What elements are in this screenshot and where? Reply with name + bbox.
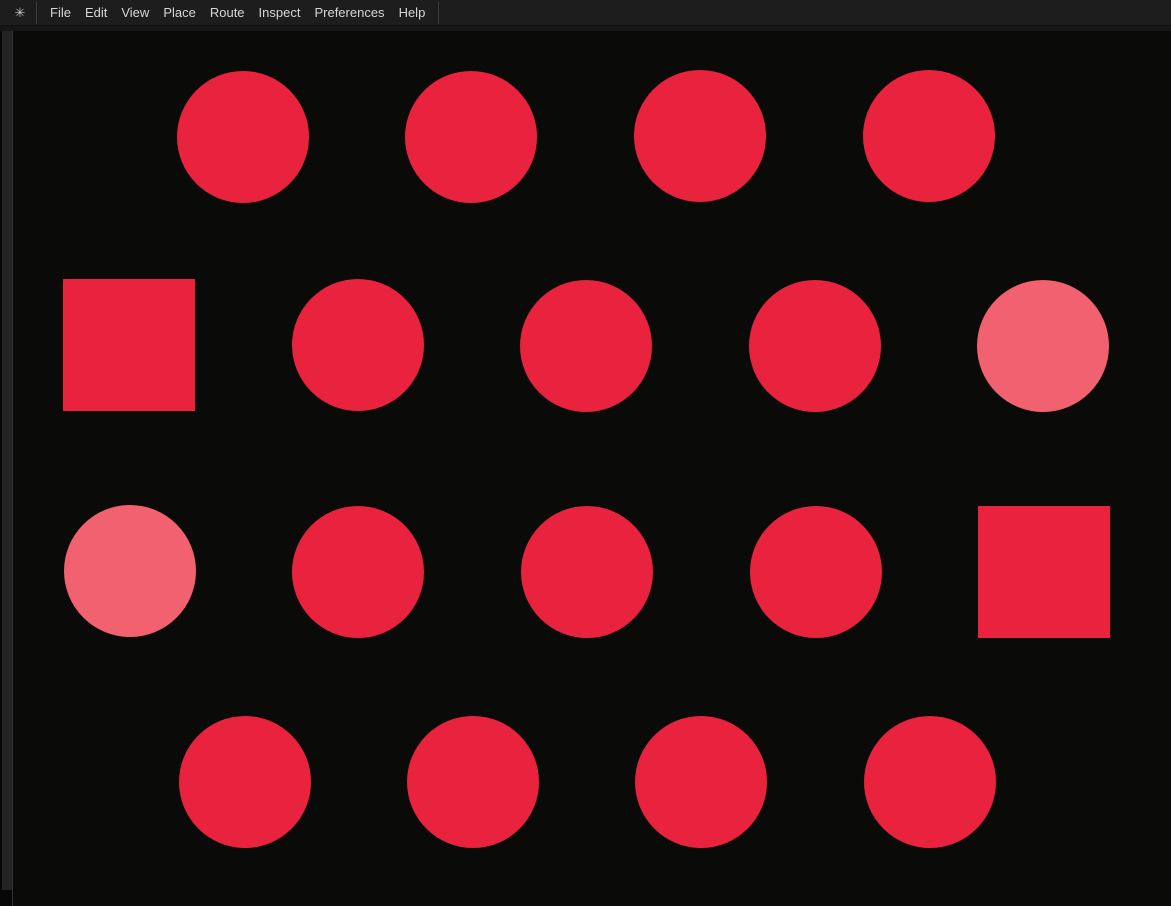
pad-circle[interactable] [292, 279, 424, 411]
pad-square[interactable] [978, 506, 1110, 638]
menu-item-help[interactable]: Help [392, 0, 433, 25]
pad-circle[interactable] [407, 716, 539, 848]
menu-item-route[interactable]: Route [203, 0, 252, 25]
pad-circle[interactable] [405, 71, 537, 203]
menu-item-preferences[interactable]: Preferences [307, 0, 391, 25]
menu-item-file[interactable]: File [43, 0, 78, 25]
pad-circle[interactable] [520, 280, 652, 412]
pad-circle[interactable] [634, 70, 766, 202]
pad-circle[interactable] [863, 70, 995, 202]
menu-item-place[interactable]: Place [156, 0, 203, 25]
menubar-separator [36, 2, 37, 24]
pad-circle[interactable] [635, 716, 767, 848]
menu-item-inspect[interactable]: Inspect [252, 0, 308, 25]
pad-circle[interactable] [292, 506, 424, 638]
pad-circle[interactable] [177, 71, 309, 203]
window-top-band [0, 26, 1171, 31]
menu-item-edit[interactable]: Edit [78, 0, 114, 25]
pad-circle[interactable] [521, 506, 653, 638]
pad-circle[interactable] [750, 506, 882, 638]
pad-circle-highlight[interactable] [977, 280, 1109, 412]
menu-bar: ✳ File Edit View Place Route Inspect Pre… [0, 0, 1171, 26]
window-left-gutter [2, 31, 12, 890]
pcb-canvas[interactable] [12, 30, 1171, 906]
pad-circle[interactable] [864, 716, 996, 848]
menubar-separator [438, 2, 439, 24]
pad-circle[interactable] [749, 280, 881, 412]
pad-circle-highlight[interactable] [64, 505, 196, 637]
app-starburst-icon: ✳ [7, 0, 33, 26]
app-window: ✳ File Edit View Place Route Inspect Pre… [0, 0, 1171, 906]
pad-square[interactable] [63, 279, 195, 411]
menu-item-view[interactable]: View [114, 0, 156, 25]
pad-circle[interactable] [179, 716, 311, 848]
